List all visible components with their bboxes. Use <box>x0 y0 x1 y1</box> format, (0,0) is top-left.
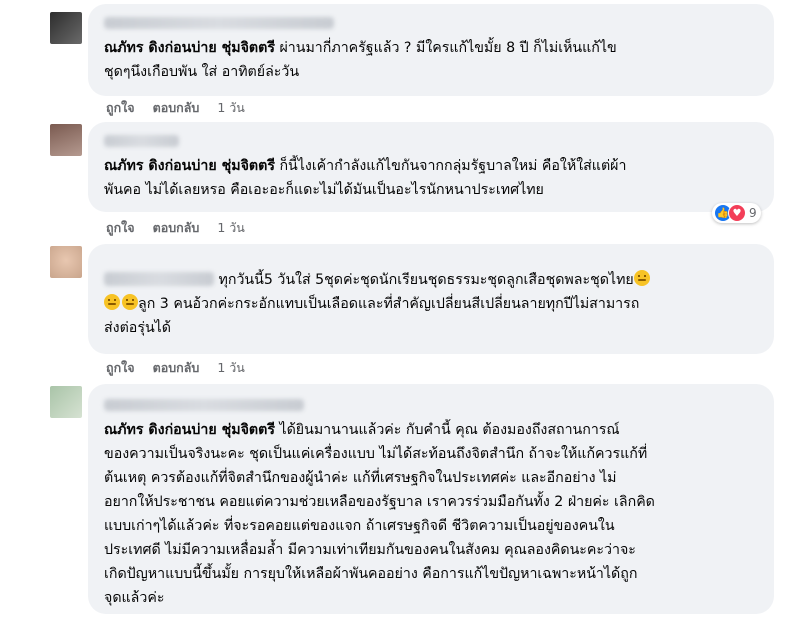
blurred-name <box>104 17 334 29</box>
avatar[interactable] <box>50 12 82 44</box>
blurred-name <box>104 135 179 147</box>
comment-text: ณภัทร ดิงก่อนบ่าย ชุ่มจิตตรี ก็นี้ไงเค้า… <box>104 158 627 198</box>
comment-bubble: ทุกวันนี้5 วันใส่ 5ชุดค่ะชุดนักเรียนชุดธ… <box>88 244 774 354</box>
like-link[interactable]: ถูกใจ <box>106 98 135 118</box>
reply-link[interactable]: ตอบกลับ <box>153 98 200 118</box>
blurred-name <box>104 272 214 286</box>
comment-actions: ถูกใจ ตอบกลับ 1 วัน <box>106 358 245 378</box>
reply-link[interactable]: ตอบกลับ <box>153 358 200 378</box>
sad-face-emoji-icon <box>104 294 120 310</box>
timestamp[interactable]: 1 วัน <box>217 98 245 118</box>
reply-link[interactable]: ตอบกลับ <box>153 218 200 238</box>
sad-face-emoji-icon <box>122 294 138 310</box>
author-name[interactable]: ณภัทร ดิงก่อนบ่าย ชุ่มจิตตรี <box>104 422 275 438</box>
comment-actions: ถูกใจ ตอบกลับ 1 วัน <box>106 218 245 238</box>
avatar[interactable] <box>50 246 82 278</box>
like-link[interactable]: ถูกใจ <box>106 218 135 238</box>
blurred-name <box>104 399 304 411</box>
reaction-summary[interactable]: 👍 ♥ 9 <box>712 203 761 223</box>
heart-icon: ♥ <box>728 204 746 222</box>
comment-text: ทุกวันนี้5 วันใส่ 5ชุดค่ะชุดนักเรียนชุดธ… <box>104 252 762 340</box>
timestamp[interactable]: 1 วัน <box>217 218 245 238</box>
comment-bubble: ณภัทร ดิงก่อนบ่าย ชุ่มจิตตรี ผ่านมากี่ภา… <box>88 4 774 96</box>
timestamp[interactable]: 1 วัน <box>217 358 245 378</box>
comment-text: ณภัทร ดิงก่อนบ่าย ชุ่มจิตตรี ผ่านมากี่ภา… <box>104 40 617 80</box>
reaction-count: 9 <box>749 206 757 220</box>
comment-actions: ถูกใจ ตอบกลับ 1 วัน <box>106 98 245 118</box>
author-name[interactable]: ณภัทร ดิงก่อนบ่าย ชุ่มจิตตรี <box>104 40 275 56</box>
sad-face-emoji-icon <box>633 270 650 286</box>
like-link[interactable]: ถูกใจ <box>106 358 135 378</box>
avatar[interactable] <box>50 124 82 156</box>
author-name[interactable]: ณภัทร ดิงก่อนบ่าย ชุ่มจิตตรี <box>104 158 275 174</box>
comment-text: ณภัทร ดิงก่อนบ่าย ชุ่มจิตตรี ได้ยินมานาน… <box>104 422 655 606</box>
comment-bubble: ณภัทร ดิงก่อนบ่าย ชุ่มจิตตรี ได้ยินมานาน… <box>88 384 774 614</box>
comment-bubble: ณภัทร ดิงก่อนบ่าย ชุ่มจิตตรี ก็นี้ไงเค้า… <box>88 122 774 212</box>
avatar[interactable] <box>50 386 82 418</box>
